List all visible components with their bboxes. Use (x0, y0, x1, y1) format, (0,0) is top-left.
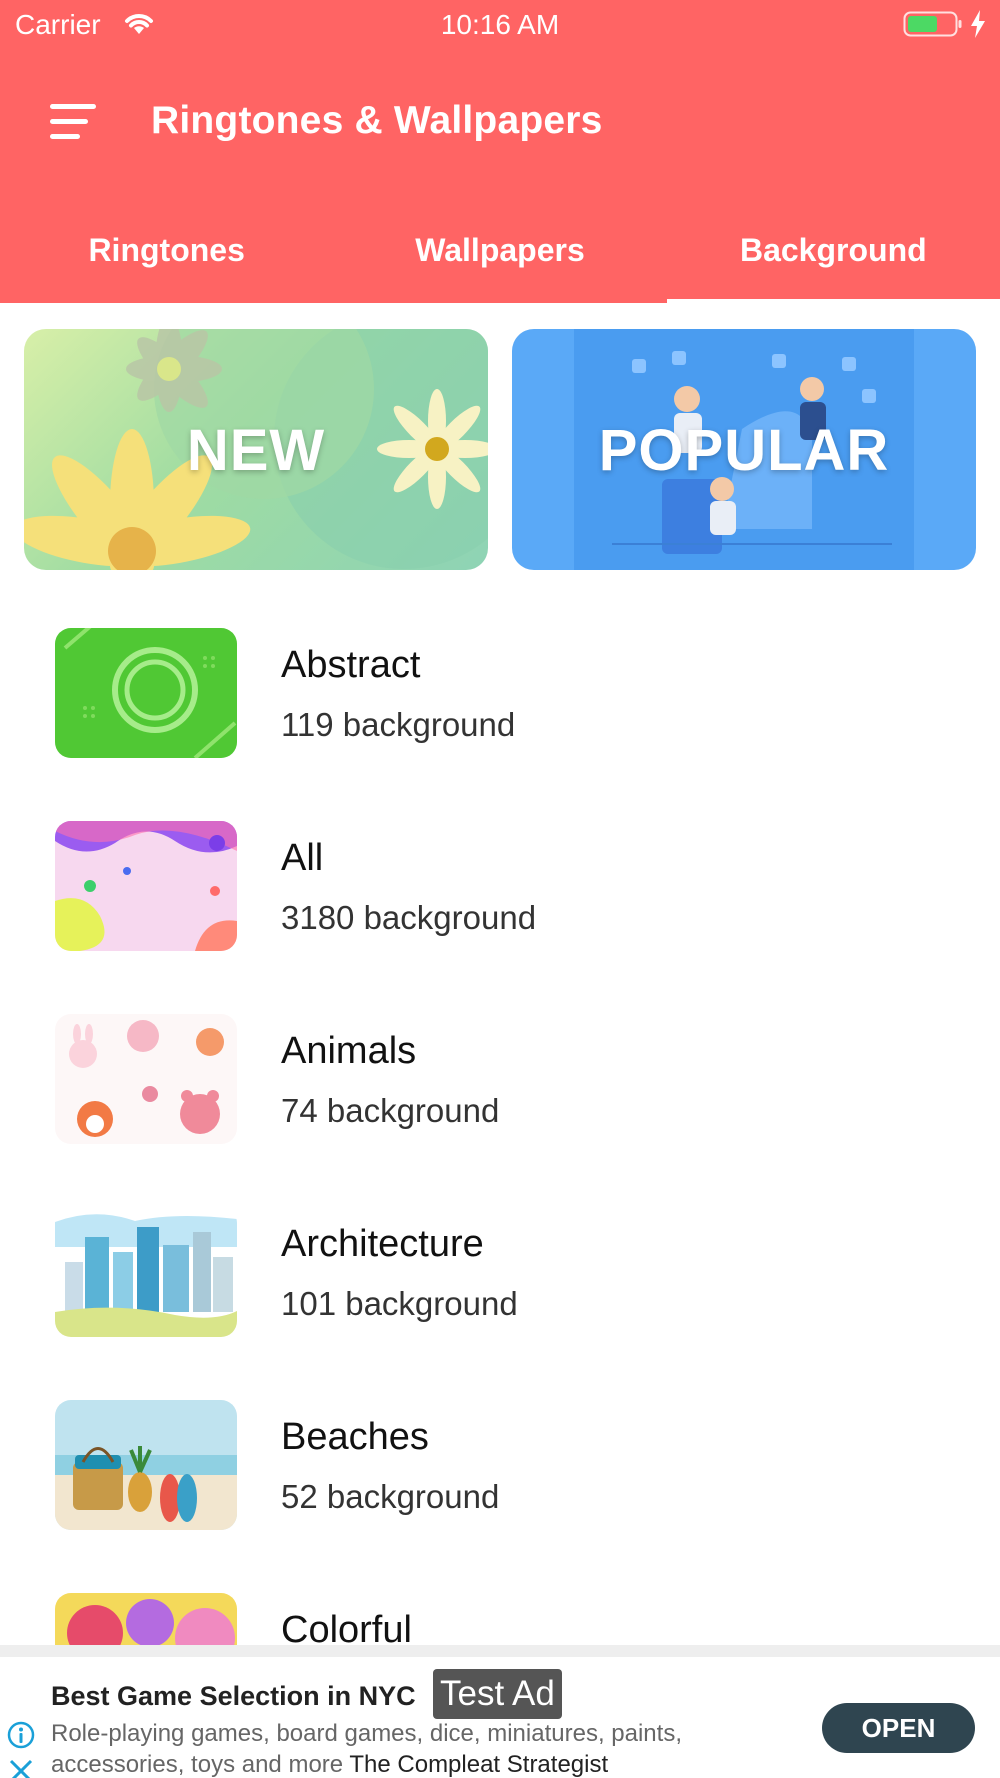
pastel-bubbles-thumbnail (55, 821, 237, 951)
ad-banner[interactable]: Best Game Selection in NYC Test Ad Role-… (0, 1645, 1000, 1778)
category-name: All (281, 837, 324, 879)
green-rings-thumbnail (55, 628, 237, 758)
category-item-architecture[interactable]: Architecture 101 background (0, 1207, 1000, 1400)
category-count: 3180 background (281, 899, 537, 936)
new-banner[interactable]: NEW (24, 329, 488, 570)
tab-background[interactable]: Background (667, 225, 1000, 303)
status-bar: Carrier 10:16 AM (0, 0, 1000, 50)
app-header: Carrier 10:16 AM Ringtones & Wallpapers … (0, 0, 1000, 303)
status-time: 10:16 AM (440, 9, 560, 40)
tab-wallpapers[interactable]: Wallpapers (333, 225, 666, 303)
category-count: 119 background (281, 706, 516, 743)
category-name: Animals (281, 1030, 417, 1072)
category-count: 74 background (281, 1092, 500, 1129)
cute-animals-thumbnail (55, 1014, 237, 1144)
charging-bolt-icon (971, 10, 985, 38)
close-icon[interactable] (7, 1757, 35, 1778)
popular-banner[interactable]: POPULAR (512, 329, 976, 570)
app-title: Ringtones & Wallpapers (151, 99, 603, 142)
category-item-animals[interactable]: Animals 74 background (0, 1014, 1000, 1207)
popular-banner-label: POPULAR (598, 418, 890, 483)
ad-advertiser: The Compleat Strategist (349, 1751, 609, 1778)
ad-title[interactable]: Best Game Selection in NYC (51, 1681, 416, 1712)
city-skyline-thumbnail (55, 1207, 237, 1337)
category-name: Architecture (281, 1223, 484, 1265)
beach-bag-thumbnail (55, 1400, 237, 1530)
test-ad-badge: Test Ad (433, 1669, 562, 1719)
battery-icon (903, 11, 962, 37)
category-item-all[interactable]: All 3180 background (0, 821, 1000, 1014)
ad-description: Role-playing games, board games, dice, m… (51, 1718, 711, 1778)
open-button[interactable]: OPEN (822, 1703, 975, 1753)
category-name: Beaches (281, 1416, 429, 1458)
category-item-abstract[interactable]: Abstract 119 background (0, 628, 1000, 821)
tab-bar: Ringtones Wallpapers Background (0, 225, 1000, 303)
category-item-beaches[interactable]: Beaches 52 background (0, 1400, 1000, 1593)
active-tab-indicator (667, 299, 1000, 303)
info-icon[interactable] (7, 1721, 35, 1749)
new-banner-label: NEW (186, 418, 326, 483)
category-count: 52 background (281, 1478, 500, 1515)
hamburger-menu-icon[interactable] (48, 100, 100, 144)
category-count: 101 background (281, 1285, 518, 1322)
category-name: Abstract (281, 644, 421, 686)
tab-ringtones[interactable]: Ringtones (0, 225, 333, 303)
